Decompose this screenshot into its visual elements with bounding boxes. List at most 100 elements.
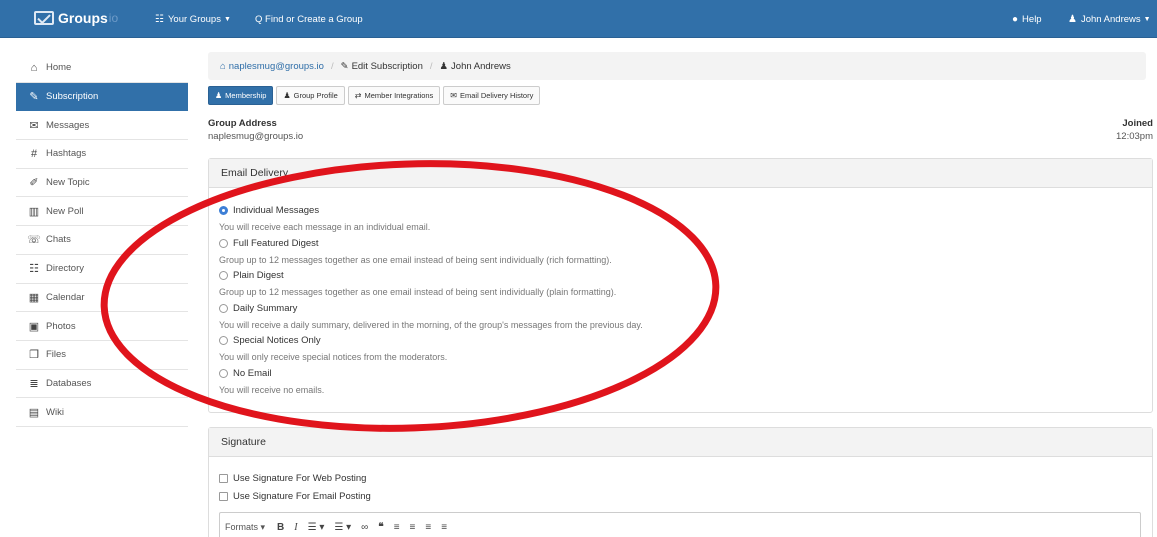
delivery-radio[interactable]	[219, 206, 228, 215]
numbered-list-icon[interactable]: ☰ ▾	[334, 522, 351, 533]
group-address-label: Group Address	[208, 118, 277, 129]
delivery-option-no-email[interactable]: No Email	[219, 368, 272, 379]
breadcrumb-group-link[interactable]: naplesmug@groups.io	[229, 61, 324, 72]
delivery-radio[interactable]	[219, 271, 228, 280]
align-left-icon[interactable]: ≡	[394, 522, 400, 533]
sidebar-item-messages[interactable]: ✉ Messages	[16, 111, 188, 141]
tab-member-integrations[interactable]: ⇄ Member Integrations	[347, 86, 441, 105]
tab-membership[interactable]: ♟ Membership	[208, 86, 274, 105]
pencil-icon: ✎	[29, 91, 39, 104]
pencil-icon: ✎	[340, 60, 349, 72]
align-right-icon[interactable]: ≡	[425, 522, 431, 533]
delivery-option-label: Full Featured Digest	[233, 237, 319, 249]
edit-icon: ✐	[29, 177, 39, 190]
sidebar-item-label: Hashtags	[46, 148, 87, 160]
delivery-radio[interactable]	[219, 238, 228, 248]
tab-email-delivery-history[interactable]: ✉ Email Delivery History	[443, 86, 541, 105]
find-group-link[interactable]: Q Find or Create a Group	[255, 0, 363, 38]
delivery-radio[interactable]	[219, 368, 228, 378]
home-icon: ⌂	[30, 61, 38, 74]
breadcrumb-edit-subscription: Edit Subscription	[351, 60, 423, 72]
align-justify-icon[interactable]: ≡	[441, 522, 447, 533]
email-posting-checkbox-row[interactable]: Use Signature For Email Posting	[219, 491, 371, 502]
sidebar-item-chats[interactable]: ☏ Chats	[16, 226, 188, 255]
formats-label: Formats	[225, 521, 259, 532]
home-icon: ⌂	[220, 60, 226, 72]
envelope-icon: ✉	[450, 91, 457, 100]
sidebar-item-home[interactable]: ⌂ Home	[16, 54, 188, 83]
sidebar-item-hashtags[interactable]: # Hashtags	[16, 140, 188, 169]
delivery-option-special-notices-only[interactable]: Special Notices Only	[219, 335, 321, 346]
tab-group-profile[interactable]: ♟ Group Profile	[276, 86, 345, 105]
sidebar-item-label: Subscription	[46, 91, 99, 103]
sidebar-item-databases[interactable]: ≣ Databases	[16, 370, 188, 399]
sidebar-item-directory[interactable]: ☷ Directory	[16, 255, 188, 284]
align-center-icon[interactable]: ≡	[410, 522, 416, 533]
web-posting-checkbox-row[interactable]: Use Signature For Web Posting	[219, 473, 366, 484]
bold-icon[interactable]: B	[277, 522, 284, 533]
delivery-option-plain-digest[interactable]: Plain Digest	[219, 270, 284, 281]
delivery-option-help: You will only receive special notices fr…	[219, 352, 448, 362]
sidebar-item-new-topic[interactable]: ✐ New Topic	[16, 169, 188, 198]
sidebar-item-label: Messages	[46, 119, 90, 131]
groups-io-logo[interactable]: Groups io	[34, 7, 118, 29]
sidebar-item-new-poll[interactable]: ▥ New Poll	[16, 197, 188, 227]
sidebar-item-subscription[interactable]: ✎ Subscription	[16, 82, 188, 112]
delivery-option-individual-messages[interactable]: Individual Messages	[219, 205, 319, 216]
email-posting-checkbox[interactable]	[219, 492, 228, 501]
italic-icon[interactable]: I	[294, 522, 297, 533]
chat-icon: ☏	[27, 234, 41, 247]
bullet-list-icon[interactable]: ☰ ▾	[308, 522, 325, 533]
formats-dropdown[interactable]: Formats ▾	[225, 522, 265, 533]
user-icon: ♟	[1068, 13, 1077, 25]
delivery-option-label: Special Notices Only	[233, 335, 321, 346]
top-navbar: Groups io ☷ Your Groups ▼ Q Find or Crea…	[0, 0, 1157, 38]
hashtag-icon: #	[30, 147, 38, 160]
users-icon: ☷	[155, 13, 164, 25]
sidebar-item-label: Directory	[46, 263, 85, 275]
sidebar-item-photos[interactable]: ▣ Photos	[16, 312, 188, 341]
delivery-option-help: You will receive no emails.	[219, 384, 325, 395]
user-menu[interactable]: ♟ John Andrews ▼	[1068, 0, 1151, 38]
help-link[interactable]: ● Help	[1012, 0, 1042, 38]
your-groups-label: Your Groups	[167, 13, 221, 25]
your-groups-menu[interactable]: ☷ Your Groups ▼	[155, 0, 231, 38]
sidebar-item-label: Wiki	[46, 406, 64, 418]
delivery-radio[interactable]	[219, 336, 228, 345]
subscription-tabs: ♟ Membership ♟ Group Profile ⇄ Member Integra…	[208, 86, 543, 105]
email-delivery-title: Email Delivery	[209, 159, 1152, 188]
breadcrumb-separator: /	[429, 60, 433, 72]
delivery-radio[interactable]	[219, 303, 228, 313]
tab-label: Membership	[225, 91, 267, 100]
link-icon[interactable]: ∞	[361, 522, 368, 533]
signature-editor-toolbar: Formats ▾ B I ☰ ▾ ☰ ▾ ∞ ❝ ≡ ≡ ≡ ≡	[219, 512, 1141, 537]
sidebar-item-wiki[interactable]: ▤ Wiki	[16, 398, 188, 427]
sidebar-item-files[interactable]: ❐ Files	[16, 341, 188, 370]
delivery-option-daily-summary[interactable]: Daily Summary	[219, 303, 297, 314]
sidebar-item-label: Calendar	[46, 291, 85, 303]
users-icon: ☷	[29, 263, 39, 276]
delivery-option-label: Individual Messages	[233, 205, 320, 216]
delivery-option-full-featured-digest[interactable]: Full Featured Digest	[219, 238, 319, 249]
blockquote-icon[interactable]: ❝	[378, 522, 383, 533]
sidebar-item-calendar[interactable]: ▦ Calendar	[16, 284, 188, 313]
sidebar-nav: ⌂ Home ✎ Subscription ✉ Messages # Hashtags ✐ New…	[16, 54, 188, 427]
delivery-option-help: You will receive a daily summary, delive…	[219, 319, 643, 330]
find-group-label: Q Find or Create a Group	[255, 13, 363, 25]
sidebar-item-label: New Topic	[46, 177, 90, 189]
calendar-icon: ▦	[28, 291, 40, 304]
help-label: Help	[1022, 13, 1042, 25]
web-posting-label: Use Signature For Web Posting	[233, 473, 367, 484]
breadcrumb-user: John Andrews	[451, 60, 511, 72]
sidebar-item-label: Home	[46, 62, 72, 74]
web-posting-checkbox[interactable]	[219, 474, 228, 483]
user-icon: ♟	[215, 91, 223, 100]
database-icon: ≣	[29, 377, 39, 390]
user-name: John Andrews	[1080, 13, 1141, 25]
caret-down-icon: ▼	[1143, 15, 1151, 23]
sidebar-item-label: Files	[46, 349, 67, 361]
tab-label: Group Profile	[293, 91, 338, 100]
sidebar-item-label: Chats	[46, 234, 71, 246]
delivery-option-help: You will receive each message in an indi…	[219, 222, 431, 232]
files-icon: ❐	[29, 349, 39, 362]
